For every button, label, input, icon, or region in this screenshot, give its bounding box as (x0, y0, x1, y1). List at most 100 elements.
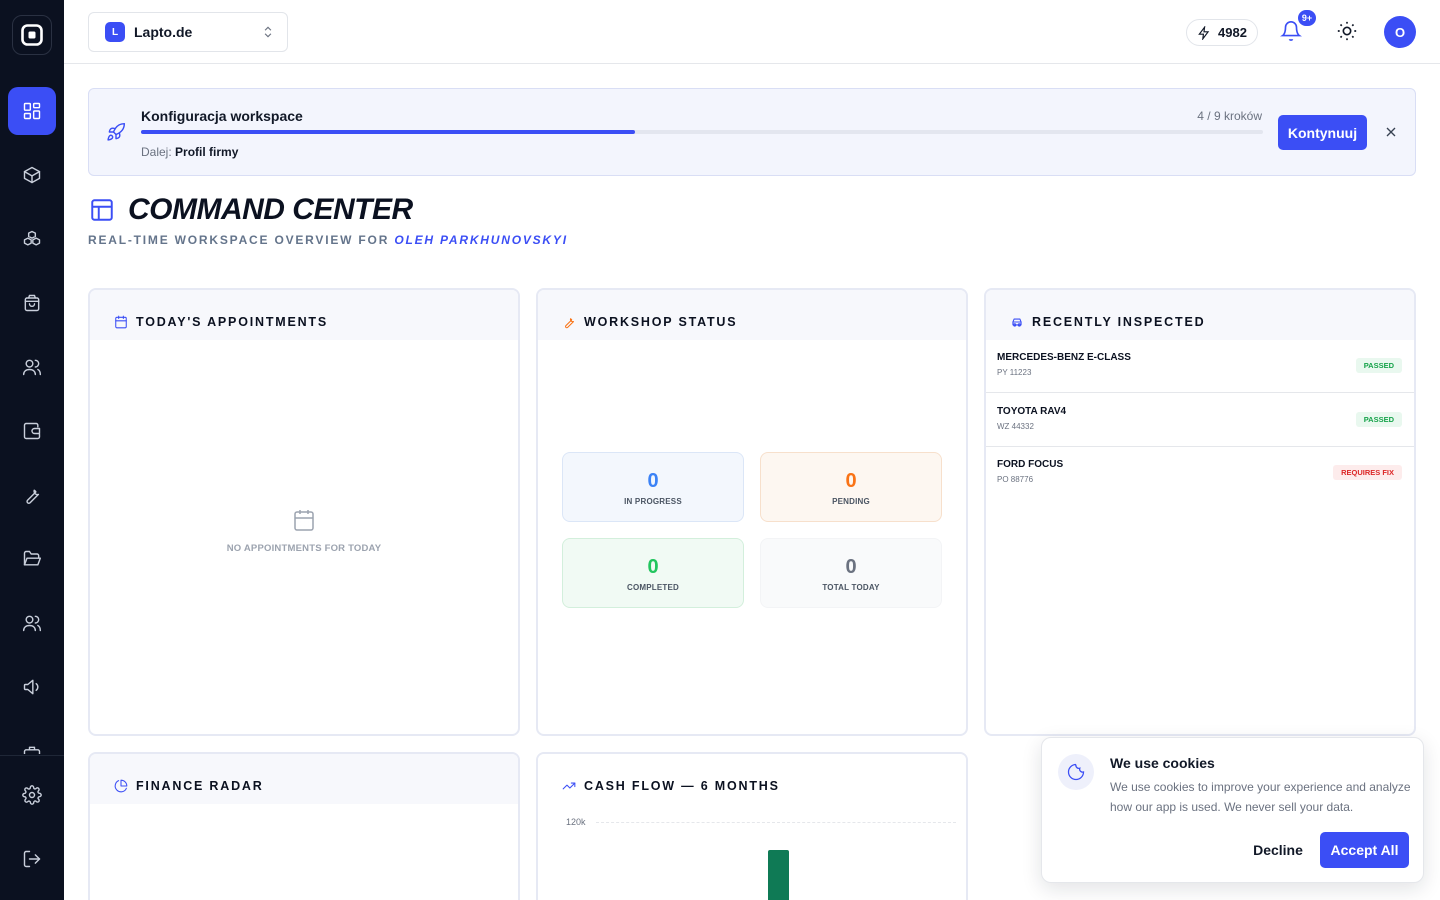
lightning-icon (1198, 25, 1210, 40)
page-subtitle-user[interactable]: OLEH PARKHUNOVSKYI (394, 233, 568, 247)
status-badge: PASSED (1355, 358, 1402, 373)
logout-icon (23, 850, 41, 868)
vehicle-name: FORD FOCUS (997, 459, 1064, 470)
stat-completed-label: COMPLETED (626, 583, 680, 592)
megaphone-icon (23, 679, 39, 695)
sidebar-item-marketing[interactable] (8, 663, 56, 711)
notifications-count-badge: 9+ (1298, 10, 1316, 26)
accept-cookies-button[interactable]: Accept All (1320, 832, 1409, 868)
onboarding-next-prefix: Dalej: (141, 145, 172, 159)
sidebar-item-more[interactable] (8, 734, 56, 754)
boxes-icon (23, 230, 41, 246)
workshop-card-title: WORKSHOP STATUS (584, 315, 738, 329)
sidebar-item-workshop[interactable] (8, 471, 56, 519)
user-avatar[interactable]: O (1384, 16, 1416, 48)
vehicle-plate: WZ 44332 (997, 422, 1034, 431)
page-subtitle-prefix: REAL-TIME WORKSPACE OVERVIEW FOR (88, 233, 390, 247)
vehicle-plate: PY 11223 (997, 368, 1032, 377)
wrench-icon (26, 489, 40, 504)
pie-chart-icon (114, 779, 128, 793)
cookie-icon (1058, 754, 1094, 790)
status-badge: REQUIRES FIX (1333, 465, 1402, 480)
cashflow-card-header: CASH FLOW — 6 MONTHS (538, 754, 966, 804)
recently-inspected-card: RECENTLY INSPECTED MERCEDES-BENZ E-CLASS… (984, 288, 1416, 736)
cookie-title: We use cookies (1110, 755, 1215, 771)
cookie-consent-dialog: We use cookies We use cookies to improve… (1041, 737, 1424, 883)
stat-in-progress[interactable]: 0 IN PROGRESS (562, 452, 744, 522)
cookie-text: We use cookies to improve your experienc… (1110, 780, 1411, 814)
vehicle-name: MERCEDES-BENZ E-CLASS (997, 352, 1131, 363)
appointments-card-header: TODAY'S APPOINTMENTS (90, 290, 518, 340)
inspected-row[interactable]: TOYOTA RAV4 WZ 44332 PASSED (986, 394, 1414, 447)
cashflow-card-title: CASH FLOW — 6 MONTHS (584, 779, 780, 793)
calendar-icon (115, 315, 127, 329)
credits-badge[interactable]: 4982 (1186, 19, 1258, 46)
inspected-row[interactable]: FORD FOCUS PO 88776 REQUIRES FIX (986, 447, 1414, 500)
stat-total-today[interactable]: 0 TOTAL TODAY (760, 538, 942, 608)
inspected-row[interactable]: MERCEDES-BENZ E-CLASS PY 11223 PASSED (986, 340, 1414, 393)
sidebar-item-customers[interactable] (8, 343, 56, 391)
sidebar-item-team[interactable] (8, 599, 56, 647)
logo-icon (21, 24, 43, 46)
finance-card-title: FINANCE RADAR (136, 779, 264, 793)
continue-button[interactable]: Kontynuuj (1278, 115, 1367, 150)
stat-in-progress-value: 0 (647, 470, 659, 492)
vehicle-name: TOYOTA RAV4 (997, 406, 1067, 417)
app-logo[interactable] (12, 15, 52, 55)
close-banner-button[interactable] (1383, 124, 1399, 140)
theme-toggle-button[interactable] (1336, 20, 1360, 44)
calendar-empty-icon (294, 510, 314, 531)
vehicle-plate: PO 88776 (997, 475, 1034, 484)
chevrons-up-down-icon (264, 26, 272, 38)
inspected-card-title: RECENTLY INSPECTED (1032, 315, 1206, 329)
sidebar (0, 0, 64, 900)
sidebar-divider (0, 755, 64, 756)
onboarding-progress-bar (141, 130, 1263, 134)
stat-pending-label: PENDING (832, 497, 870, 506)
page-subtitle: REAL-TIME WORKSPACE OVERVIEW FOR OLEH PA… (88, 233, 568, 247)
briefcase-icon (23, 746, 41, 754)
chart-gridline (596, 822, 956, 823)
close-icon (1386, 127, 1396, 137)
workshop-status-card: WORKSHOP STATUS 0 IN PROGRESS 0 PENDING … (536, 288, 968, 736)
trending-up-icon (562, 782, 576, 790)
onboarding-steps: 4 / 9 kroków (1197, 109, 1262, 123)
stat-pending[interactable]: 0 PENDING (760, 452, 942, 522)
onboarding-progress-fill (141, 130, 635, 134)
stat-pending-value: 0 (845, 470, 857, 492)
users-icon (22, 359, 42, 376)
sidebar-item-orders[interactable] (8, 279, 56, 327)
sidebar-item-products[interactable] (8, 151, 56, 199)
cashflow-bar (768, 850, 789, 900)
layout-icon (89, 197, 115, 223)
workspace-selector[interactable]: L Lapto.de (88, 12, 288, 52)
cash-flow-card: CASH FLOW — 6 MONTHS 120k (536, 752, 968, 900)
stat-completed[interactable]: 0 COMPLETED (562, 538, 744, 608)
appointments-empty-text: NO APPOINTMENTS FOR TODAY (226, 543, 382, 554)
box-icon (23, 166, 41, 184)
sidebar-item-logout[interactable] (8, 835, 56, 883)
credits-value: 4982 (1218, 25, 1247, 40)
dashboard-icon (23, 102, 41, 120)
finance-radar-card: FINANCE RADAR (88, 752, 520, 900)
stat-total-today-value: 0 (845, 556, 857, 578)
page-title: COMMAND CENTER (128, 193, 413, 226)
wrench-icon (565, 318, 575, 329)
sidebar-item-inventory[interactable] (8, 215, 56, 263)
appointments-card-title: TODAY'S APPOINTMENTS (136, 315, 329, 329)
stat-completed-value: 0 (647, 556, 659, 578)
decline-cookies-button[interactable]: Decline (1243, 833, 1313, 867)
sidebar-item-wallet[interactable] (8, 407, 56, 455)
status-badge: PASSED (1355, 412, 1402, 427)
shopping-bag-icon (24, 294, 40, 312)
rocket-icon (106, 122, 126, 142)
sidebar-item-documents[interactable] (8, 535, 56, 583)
sidebar-item-dashboard[interactable] (8, 87, 56, 135)
topbar: L Lapto.de 4982 9+ O (64, 0, 1440, 64)
y-axis-tick: 120k (566, 817, 586, 827)
workspace-name: Lapto.de (134, 24, 193, 40)
team-icon (22, 615, 42, 632)
sidebar-item-settings[interactable] (8, 771, 56, 819)
workspace-badge: L (105, 22, 125, 42)
inspected-card-header: RECENTLY INSPECTED (986, 290, 1414, 340)
